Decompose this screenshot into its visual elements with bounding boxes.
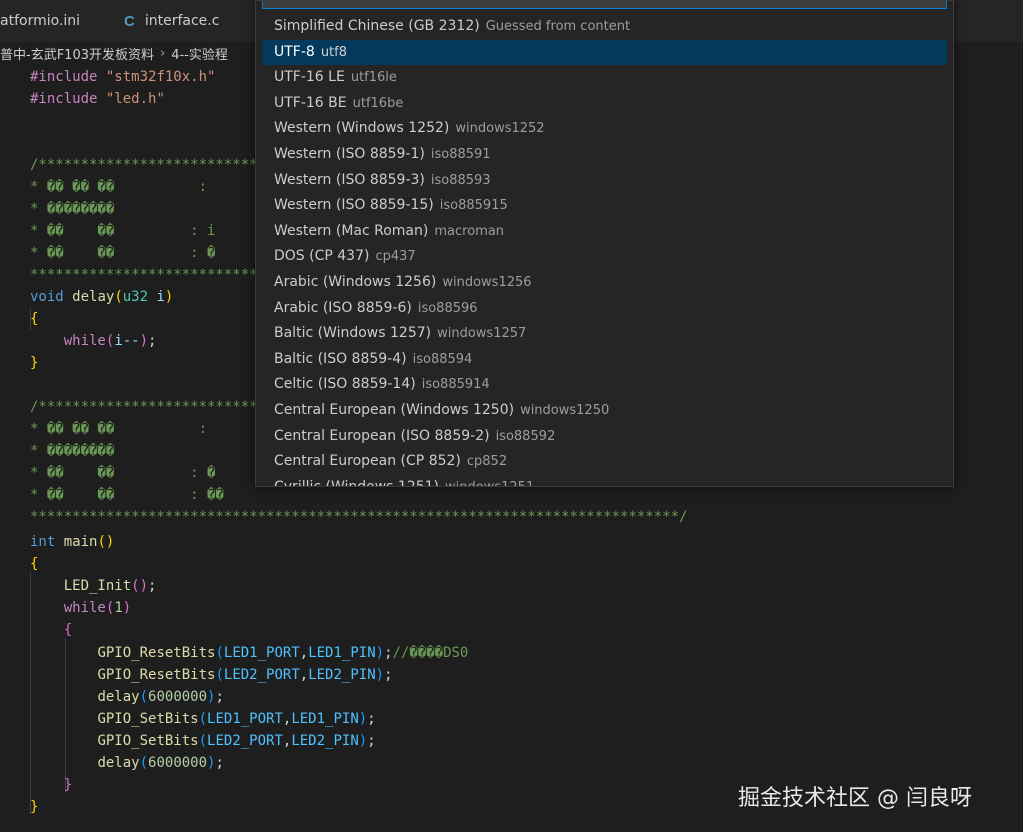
code-line: void delay(u32 i) (30, 289, 174, 305)
code-line: } (30, 777, 73, 793)
code-line: ****************************************… (30, 509, 688, 525)
code-line: #include "stm32f10x.h" (30, 69, 216, 85)
encoding-option[interactable]: Western (Mac Roman) macroman (256, 219, 953, 245)
code-line: GPIO_ResetBits(LED1_PORT,LED1_PIN);//���… (97, 645, 469, 661)
code-line: GPIO_ResetBits(LED2_PORT,LED2_PIN); (97, 667, 393, 683)
chevron-right-icon: › (159, 45, 166, 61)
encoding-option[interactable]: UTF-16 BE utf16be (256, 91, 953, 117)
code-line: * �� �� : i (30, 223, 216, 239)
code-line: { (30, 556, 39, 572)
tab-interface-c[interactable]: C interface.c (110, 0, 274, 42)
encoding-option[interactable]: UTF-16 LE utf16le (256, 65, 953, 91)
encoding-option[interactable]: Arabic (ISO 8859-6) iso88596 (256, 296, 953, 322)
encoding-option-selected[interactable]: UTF-8 utf8 (262, 39, 947, 66)
breadcrumb-item[interactable]: 普中-玄武F103开发板资料 (0, 44, 154, 63)
code-line: *************************** (30, 267, 258, 283)
code-line: GPIO_SetBits(LED1_PORT,LED1_PIN); (97, 711, 376, 727)
encoding-option[interactable]: Celtic (ISO 8859-14) iso885914 (256, 372, 953, 398)
code-line: /************************** (30, 399, 258, 415)
c-file-icon: C (124, 12, 135, 30)
encoding-option[interactable]: Western (ISO 8859-15) iso885915 (256, 193, 953, 219)
code-line: * �������� (30, 201, 115, 217)
code-line: int main() (30, 534, 115, 550)
code-line: * �� �� �� : (30, 421, 208, 437)
encoding-option[interactable]: Central European (CP 852) cp852 (256, 449, 953, 475)
encoding-option[interactable]: Western (ISO 8859-1) iso88591 (256, 142, 953, 168)
tab-platformio-ini[interactable]: atformio.ini (0, 0, 110, 42)
tab-label: interface.c (144, 13, 220, 29)
code-line: delay(6000000); (97, 755, 224, 771)
encoding-option[interactable]: Cyrillic (Windows 1251)windows1251 (256, 475, 953, 486)
watermark: 掘金技术社区 @ 闫良呀 (738, 786, 972, 811)
code-line: } (30, 799, 39, 815)
code-line: while(1) (63, 600, 132, 616)
encoding-option[interactable]: Simplified Chinese (GB 2312) Guessed from… (256, 14, 953, 40)
code-line: delay(6000000); (97, 689, 224, 705)
code-line: * �� �� : �� (30, 487, 224, 503)
breadcrumb-item[interactable]: 4--实验程 (171, 44, 228, 63)
code-line: LED_Init(); (63, 578, 157, 594)
code-line: while(i--); (63, 333, 157, 349)
encoding-filter-input[interactable] (262, 1, 947, 9)
reopen-with-encoding-picker: Simplified Chinese (GB 2312) Guessed from… (255, 0, 954, 487)
encoding-option[interactable]: Central European (ISO 8859-2) iso88592 (256, 424, 953, 450)
code-line: * �� �� �� : (30, 179, 208, 195)
encoding-option[interactable]: DOS (CP 437) cp437 (256, 244, 953, 270)
encoding-list: Simplified Chinese (GB 2312) Guessed from… (256, 14, 953, 486)
code-line: #include "led.h" (30, 91, 165, 107)
encoding-option[interactable]: Arabic (Windows 1256) windows1256 (256, 270, 953, 296)
encoding-option[interactable]: Baltic (ISO 8859-4) iso88594 (256, 347, 953, 373)
encoding-option[interactable]: Central European (Windows 1250) windows12… (256, 398, 953, 424)
code-line: /************************** (30, 157, 258, 173)
encoding-option[interactable]: Western (ISO 8859-3) iso88593 (256, 168, 953, 194)
code-line: GPIO_SetBits(LED2_PORT,LED2_PIN); (97, 733, 376, 749)
encoding-option[interactable]: Baltic (Windows 1257) windows1257 (256, 321, 953, 347)
tab-label: atformio.ini (0, 13, 81, 29)
code-line: { (30, 622, 73, 638)
code-line: } (30, 355, 39, 371)
encoding-option[interactable]: Western (Windows 1252) windows1252 (256, 116, 953, 142)
code-line: * �� �� : � (30, 465, 216, 481)
code-line: { (30, 311, 39, 327)
code-line: * �� �� : � (30, 245, 216, 261)
code-line: * �������� (30, 443, 115, 459)
